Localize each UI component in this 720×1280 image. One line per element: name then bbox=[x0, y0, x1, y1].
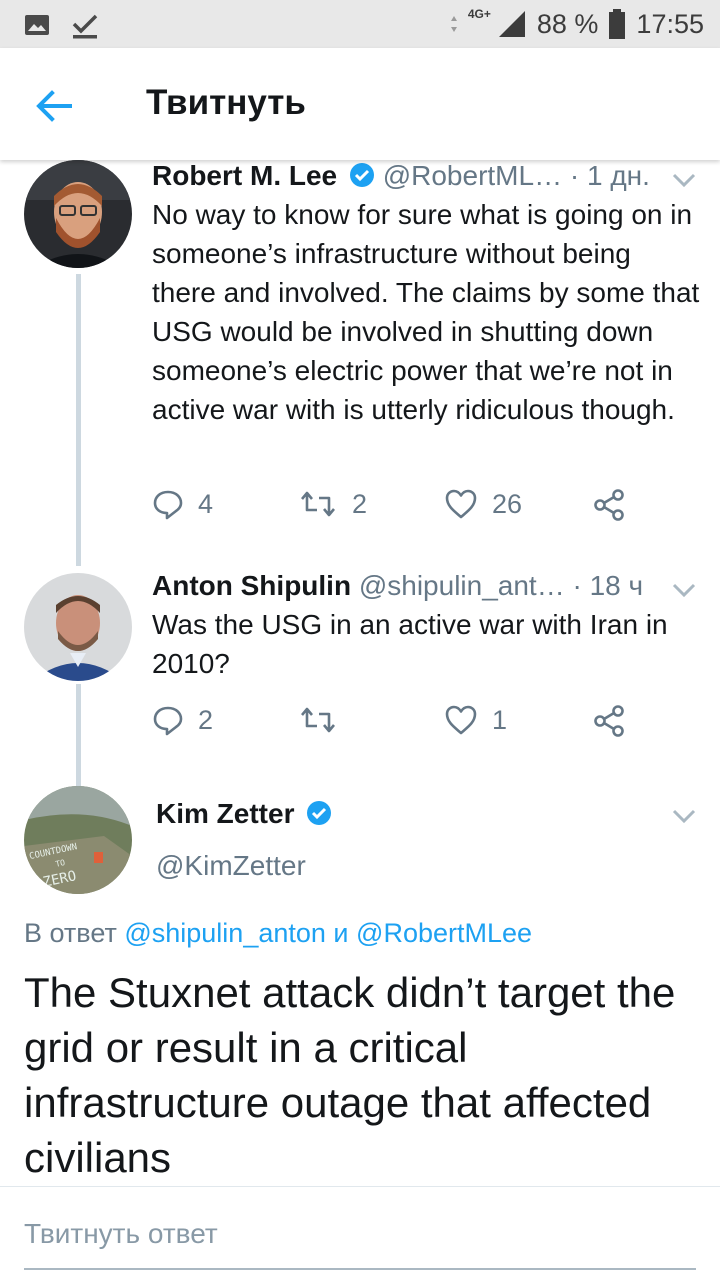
battery-percent: 88 % bbox=[536, 8, 599, 39]
mention-link[interactable]: @shipulin_anton bbox=[124, 918, 326, 948]
like-count: 1 bbox=[492, 704, 508, 735]
avatar[interactable]: COUNTDOWN TO ZERO bbox=[24, 786, 132, 894]
retweet-button[interactable] bbox=[298, 704, 352, 736]
heart-icon bbox=[445, 705, 477, 735]
tweet-time: · 18 ч bbox=[572, 570, 644, 601]
retweet-count: 2 bbox=[352, 488, 368, 519]
author-handle[interactable]: @shipulin_ant… bbox=[359, 570, 565, 601]
tweet-text: Was the USG in an active war with Iran i… bbox=[152, 609, 668, 679]
avatar[interactable] bbox=[24, 573, 132, 681]
retweet-icon bbox=[301, 707, 335, 733]
chevron-down-icon[interactable] bbox=[670, 806, 698, 826]
reply-button[interactable]: 2 bbox=[152, 704, 213, 736]
like-button[interactable]: 26 bbox=[444, 488, 522, 520]
divider bbox=[0, 1186, 720, 1187]
share-button[interactable] bbox=[592, 488, 626, 522]
reply-icon bbox=[153, 490, 183, 520]
retweet-icon bbox=[301, 491, 335, 517]
status-bar: 4G+ 88 % 17:55 bbox=[0, 0, 720, 48]
author-name[interactable]: Robert M. Lee bbox=[152, 160, 337, 191]
retweet-button[interactable]: 2 bbox=[298, 488, 367, 520]
network-type: 4G+ bbox=[467, 7, 491, 21]
verified-badge-icon bbox=[307, 801, 332, 825]
like-count: 26 bbox=[492, 488, 523, 519]
share-icon bbox=[594, 489, 624, 521]
reply-input[interactable]: Твитнуть ответ bbox=[24, 1218, 218, 1250]
chevron-down-icon[interactable] bbox=[670, 170, 698, 190]
focused-tweet-text: The Stuxnet attack didn’t target the gri… bbox=[24, 969, 676, 1181]
app-bar: Твитнуть bbox=[0, 48, 720, 160]
tweet-header: Anton Shipulin @shipulin_ant… · 18 ч bbox=[152, 570, 643, 602]
heart-icon bbox=[445, 489, 477, 519]
thread-line bbox=[76, 274, 81, 566]
reply-count: 4 bbox=[198, 488, 214, 519]
signal-icon bbox=[498, 11, 525, 37]
like-button[interactable]: 1 bbox=[444, 704, 507, 736]
battery-icon bbox=[609, 9, 626, 39]
reply-count: 2 bbox=[198, 704, 214, 735]
reply-icon bbox=[153, 706, 183, 736]
reply-input-underline bbox=[24, 1268, 696, 1270]
chevron-down-icon[interactable] bbox=[670, 580, 698, 600]
tweet-text: No way to know for sure what is going on… bbox=[152, 199, 700, 425]
author-handle[interactable]: @KimZetter bbox=[156, 850, 306, 882]
tweet-header: Robert M. Lee @RobertML… · 1 дн. bbox=[152, 160, 650, 192]
back-button[interactable] bbox=[30, 82, 78, 130]
gallery-icon bbox=[25, 15, 49, 35]
download-done-icon bbox=[72, 14, 98, 39]
author-handle[interactable]: @RobertML… bbox=[383, 160, 562, 191]
avatar[interactable] bbox=[24, 160, 132, 268]
reply-joiner: и bbox=[333, 918, 349, 948]
data-arrows-icon bbox=[450, 16, 457, 32]
author-name[interactable]: Anton Shipulin bbox=[152, 570, 351, 601]
verified-badge-icon bbox=[349, 163, 374, 187]
clock: 17:55 bbox=[636, 8, 704, 39]
thread-line bbox=[76, 684, 81, 788]
arrow-left-icon bbox=[36, 90, 72, 122]
tweet-time: · 1 дн. bbox=[569, 160, 650, 191]
share-button[interactable] bbox=[592, 704, 626, 738]
share-icon bbox=[594, 705, 624, 737]
reply-prefix: В ответ bbox=[24, 918, 117, 948]
author-name-row: Kim Zetter bbox=[156, 798, 332, 830]
mention-link[interactable]: @RobertMLee bbox=[356, 918, 532, 948]
page-title: Твитнуть bbox=[146, 83, 306, 122]
reply-context: В ответ @shipulin_anton и @RobertMLee bbox=[24, 918, 532, 949]
reply-button[interactable]: 4 bbox=[152, 488, 213, 520]
author-name[interactable]: Kim Zetter bbox=[156, 798, 294, 829]
